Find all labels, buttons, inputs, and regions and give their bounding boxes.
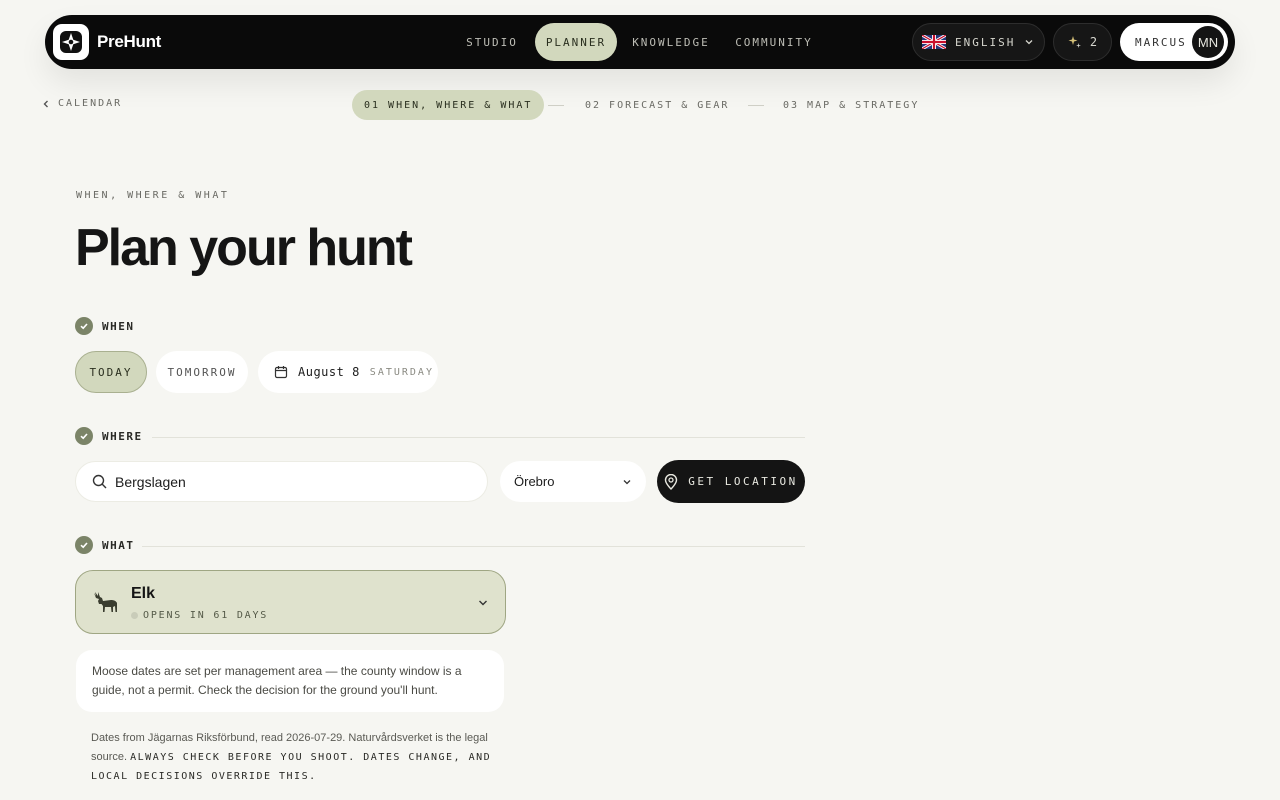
date-picker-button[interactable]: August 8 SATURDAY bbox=[258, 351, 438, 393]
chevron-left-icon bbox=[43, 100, 48, 107]
check-icon bbox=[75, 317, 93, 335]
date-weekday: SATURDAY bbox=[369, 366, 434, 378]
top-nav-bar: PreHunt STUDIO PLANNER KNOWLEDGE COMMUNI… bbox=[45, 15, 1235, 69]
section-when: WHEN bbox=[75, 317, 135, 335]
user-menu[interactable]: MARCUS MN bbox=[1120, 23, 1228, 61]
section-divider bbox=[142, 546, 805, 547]
nav-knowledge[interactable]: KNOWLEDGE bbox=[625, 23, 717, 61]
tomorrow-button[interactable]: TOMORROW bbox=[156, 351, 248, 393]
check-icon bbox=[75, 536, 93, 554]
spark-counter-button[interactable]: 2 bbox=[1053, 23, 1112, 61]
source-disclaimer: Dates from Jägarnas Riksförbund, read 20… bbox=[91, 729, 511, 786]
chevron-down-icon bbox=[623, 479, 631, 484]
section-where: WHERE bbox=[75, 427, 143, 445]
spark-count: 2 bbox=[1089, 35, 1098, 49]
page-eyebrow: WHEN, WHERE & WHAT bbox=[76, 190, 230, 201]
warning-text: ALWAYS CHECK BEFORE YOU SHOOT. DATES CHA… bbox=[91, 752, 492, 782]
step-divider bbox=[548, 105, 564, 106]
app-name[interactable]: PreHunt bbox=[97, 32, 161, 52]
date-value: August 8 bbox=[298, 365, 360, 379]
moose-dates-note: Moose dates are set per management area … bbox=[76, 650, 504, 712]
location-search[interactable] bbox=[75, 461, 488, 502]
species-selector[interactable]: Elk OPENS IN 61 DAYS bbox=[75, 570, 506, 634]
today-button[interactable]: TODAY bbox=[75, 351, 147, 393]
avatar[interactable]: MN bbox=[1192, 26, 1224, 58]
section-label: WHERE bbox=[102, 429, 143, 443]
step-divider bbox=[748, 105, 764, 106]
language-selector[interactable]: ENGLISH bbox=[912, 23, 1045, 61]
user-name: MARCUS bbox=[1135, 35, 1187, 49]
step-map-strategy[interactable]: 03 MAP & STRATEGY bbox=[783, 90, 919, 120]
section-label: WHEN bbox=[102, 319, 135, 333]
nav-community[interactable]: COMMUNITY bbox=[726, 23, 822, 61]
step-forecast-gear[interactable]: 02 FORECAST & GEAR bbox=[585, 90, 729, 120]
species-opens: OPENS IN 61 DAYS bbox=[131, 610, 268, 621]
status-dot bbox=[131, 612, 138, 619]
check-icon bbox=[75, 427, 93, 445]
nav-planner[interactable]: PLANNER bbox=[535, 23, 617, 61]
language-label: ENGLISH bbox=[955, 35, 1016, 49]
section-divider bbox=[152, 437, 805, 438]
section-what: WHAT bbox=[75, 536, 135, 554]
moose-icon bbox=[94, 592, 117, 612]
opens-label: OPENS IN 61 DAYS bbox=[143, 610, 269, 621]
calendar-icon bbox=[274, 366, 288, 379]
page-title: Plan your hunt bbox=[75, 219, 413, 277]
step-when-where-what[interactable]: 01 WHEN, WHERE & WHAT bbox=[352, 90, 545, 120]
compass-star-icon[interactable] bbox=[53, 24, 89, 60]
species-name: Elk bbox=[131, 585, 156, 602]
sparkle-icon bbox=[1068, 36, 1081, 48]
search-input[interactable] bbox=[115, 473, 455, 490]
get-location-button[interactable]: GET LOCATION bbox=[657, 460, 805, 503]
region-value: Örebro bbox=[514, 474, 555, 489]
chevron-down-icon bbox=[1025, 40, 1033, 45]
chevron-down-icon bbox=[479, 600, 487, 606]
get-location-label: GET LOCATION bbox=[688, 475, 798, 488]
nav-studio[interactable]: STUDIO bbox=[456, 23, 528, 61]
search-icon bbox=[92, 474, 107, 489]
back-to-calendar-link[interactable]: CALENDAR bbox=[42, 98, 122, 109]
back-label: CALENDAR bbox=[58, 98, 123, 109]
location-pin-icon bbox=[665, 473, 678, 490]
uk-flag-icon bbox=[922, 35, 946, 49]
region-select[interactable]: Örebro bbox=[500, 461, 646, 502]
section-label: WHAT bbox=[102, 538, 135, 552]
